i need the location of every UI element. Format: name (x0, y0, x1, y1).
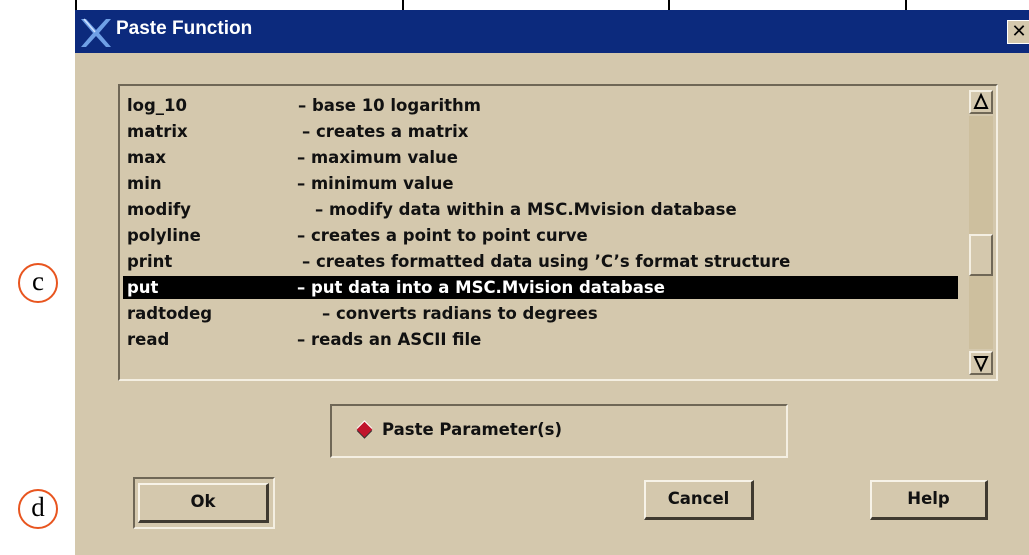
function-list-item[interactable]: matrix – creates a matrix (123, 120, 958, 143)
function-description: – minimum value (297, 174, 454, 193)
annotation-marker-d: d (18, 489, 58, 529)
annotation-label: c (32, 265, 44, 296)
function-list-item[interactable]: radtodeg – converts radians to degrees (123, 302, 958, 325)
ok-button[interactable]: Ok (138, 483, 269, 523)
paste-function-dialog: Paste Function ✕ log_10 – base 10 logarit… (75, 10, 1029, 555)
function-description: – converts radians to degrees (322, 304, 598, 323)
function-name: read (127, 330, 170, 349)
function-description: – creates formatted data using ’C’s form… (302, 252, 791, 271)
function-name: put (127, 278, 159, 297)
close-button[interactable]: ✕ (1007, 20, 1029, 44)
function-list-item[interactable]: print – creates formatted data using ’C’s… (123, 250, 958, 273)
scrollbar-track[interactable] (969, 116, 993, 349)
annotation-label: d (31, 491, 45, 522)
titlebar[interactable]: Paste Function ✕ (75, 10, 1029, 53)
function-description: – modify data within a MSC.Mvision datab… (315, 200, 737, 219)
scroll-down-arrow-icon[interactable] (969, 351, 993, 375)
toggle-diamond-icon (356, 421, 373, 438)
top-border-tick (905, 0, 907, 10)
function-list-item[interactable]: read – reads an ASCII file (123, 328, 958, 351)
top-border-tick (75, 0, 77, 10)
function-description: – creates a matrix (302, 122, 469, 141)
function-name: radtodeg (127, 304, 213, 323)
function-list-item[interactable]: put – put data into a MSC.Mvision databas… (123, 276, 958, 299)
cancel-button[interactable]: Cancel (644, 480, 754, 520)
function-list-item[interactable]: modify – modify data within a MSC.Mvision… (123, 198, 958, 221)
help-button[interactable]: Help (870, 480, 988, 520)
function-name: log_10 (127, 96, 188, 115)
function-name: print (127, 252, 173, 271)
function-description: – base 10 logarithm (298, 96, 481, 115)
function-description: – maximum value (297, 148, 458, 167)
scrollbar-thumb[interactable] (969, 234, 993, 276)
function-list-scrollbar[interactable] (969, 90, 993, 375)
function-name: min (127, 174, 162, 193)
function-list-item[interactable]: polyline – creates a point to point curve (123, 224, 958, 247)
function-list-item[interactable]: log_10 – base 10 logarithm (123, 94, 958, 117)
function-list-item[interactable]: max – maximum value (123, 146, 958, 169)
window-title: Paste Function (116, 18, 253, 39)
function-description: – creates a point to point curve (297, 226, 588, 245)
function-name: modify (127, 200, 191, 219)
function-description: – reads an ASCII file (297, 330, 482, 349)
function-name: max (127, 148, 166, 167)
function-list-item[interactable]: min – minimum value (123, 172, 958, 195)
top-border-tick (402, 0, 404, 10)
function-list[interactable]: log_10 – base 10 logarithm matrix – creates… (123, 90, 963, 375)
close-icon: ✕ (1011, 21, 1027, 42)
function-description: – put data into a MSC.Mvision database (297, 278, 665, 297)
annotation-marker-c: c (18, 263, 58, 303)
function-name: polyline (127, 226, 201, 245)
paste-parameters-toggle[interactable]: Paste Parameter(s) (330, 404, 788, 458)
top-border-tick (668, 0, 670, 10)
function-name: matrix (127, 122, 188, 141)
paste-parameters-label: Paste Parameter(s) (382, 420, 562, 439)
scroll-up-arrow-icon[interactable] (969, 90, 993, 114)
app-logo-icon (81, 18, 111, 47)
